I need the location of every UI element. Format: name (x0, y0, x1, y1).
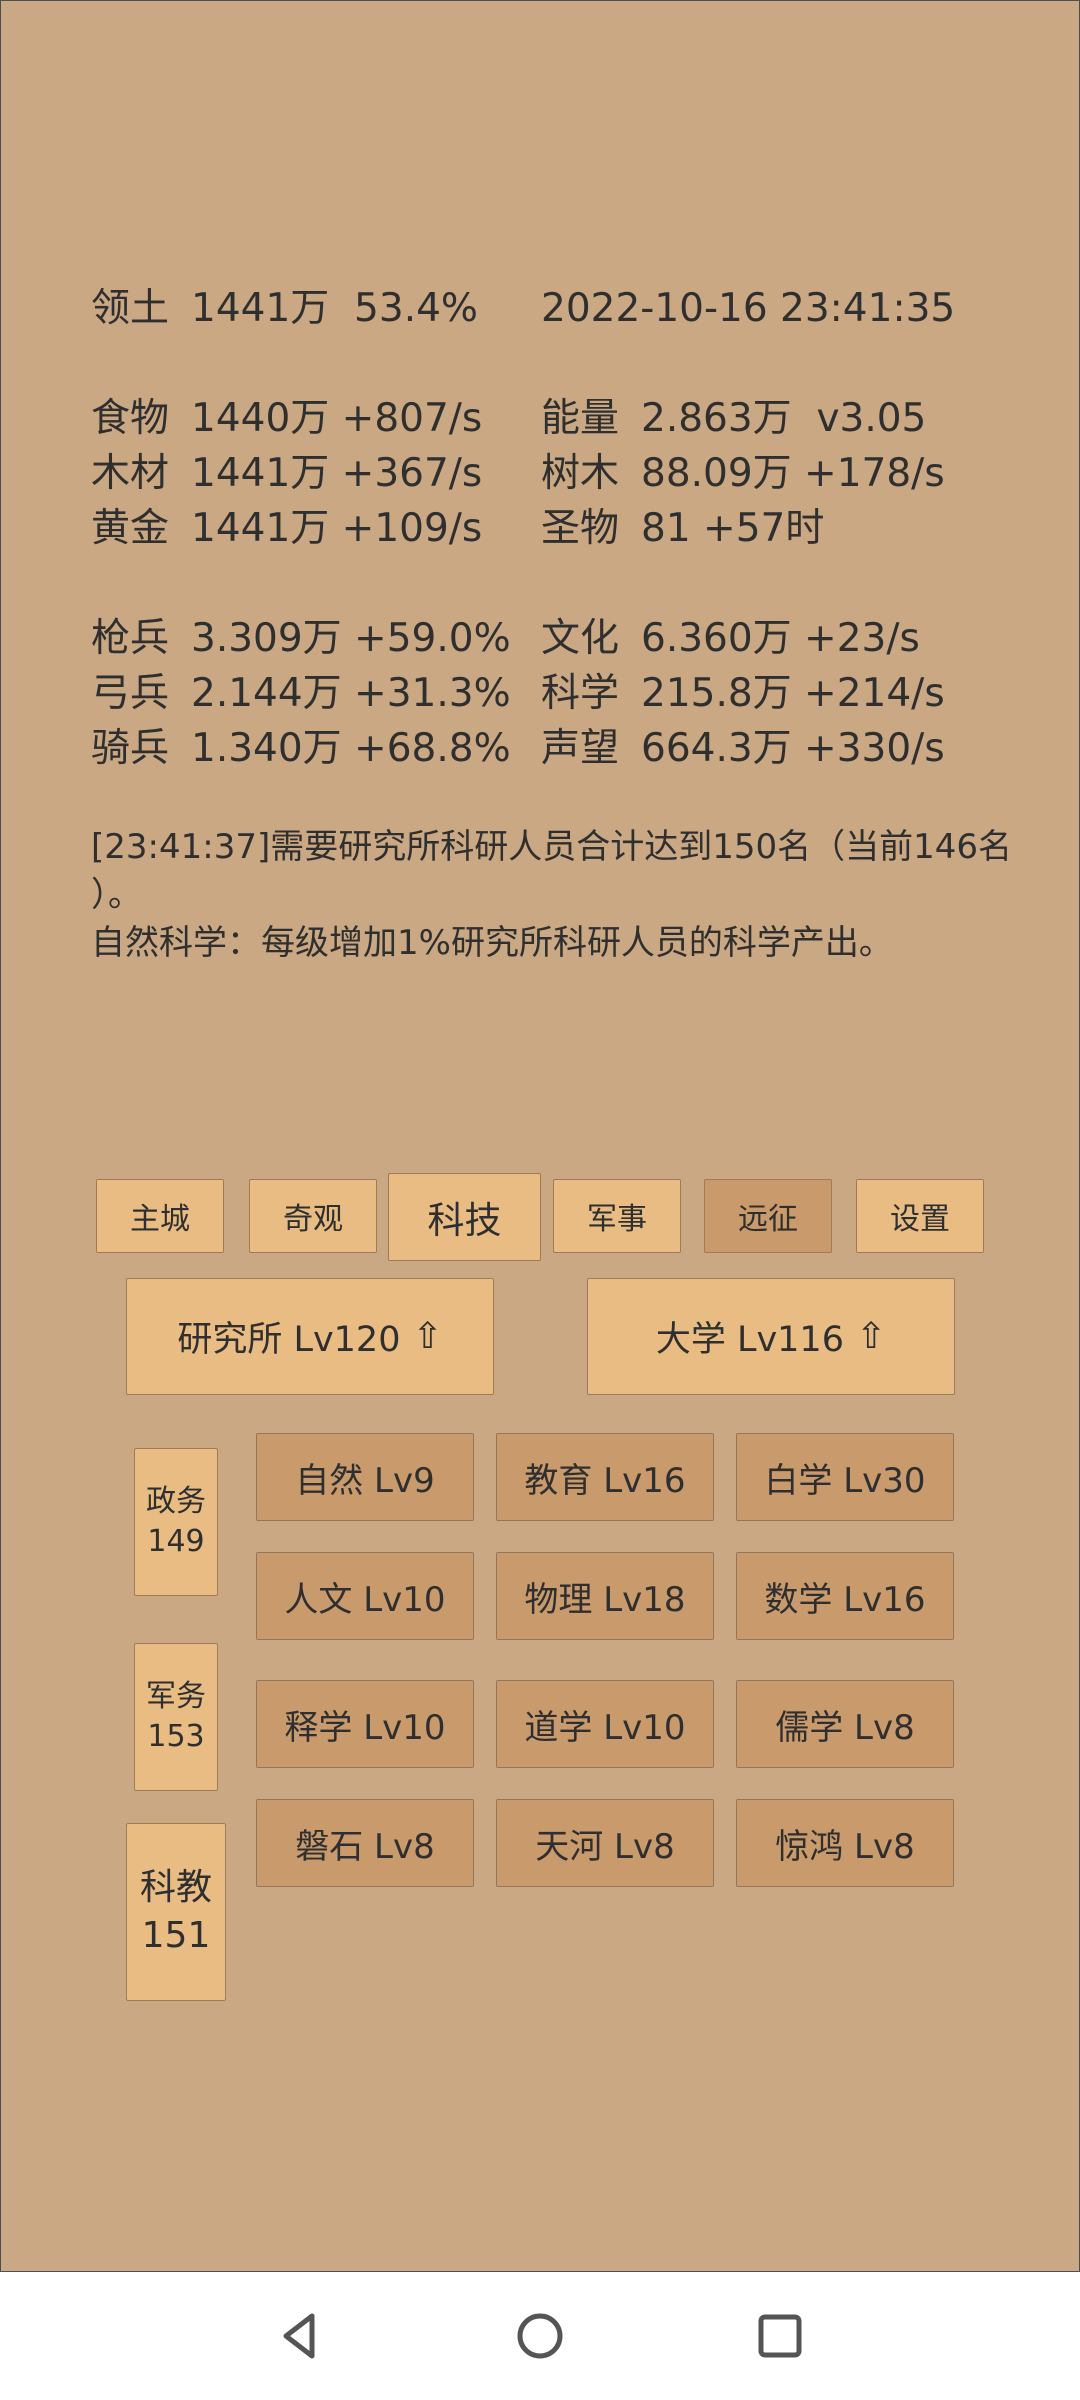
category-science-education[interactable]: 科教 151 (126, 1823, 226, 2001)
stat-territory: 领土 1441万 53.4% (91, 286, 478, 331)
stat-culture: 文化 6.360万 +23/s (541, 616, 920, 661)
game-datetime: 2022-10-16 23:41:35 (541, 286, 956, 331)
tech-confucianism[interactable]: 儒学 Lv8 (736, 1680, 954, 1768)
category-government[interactable]: 政务 149 (134, 1448, 218, 1596)
tech-baixue[interactable]: 白学 Lv30 (736, 1433, 954, 1521)
upgrade-arrow-icon: ⇧ (855, 1316, 887, 1357)
tech-nature[interactable]: 自然 Lv9 (256, 1433, 474, 1521)
stat-prestige: 声望 664.3万 +330/s (541, 726, 945, 771)
tab-expedition[interactable]: 远征 (704, 1179, 832, 1253)
tech-humanities[interactable]: 人文 Lv10 (256, 1552, 474, 1640)
tech-mathematics[interactable]: 数学 Lv16 (736, 1552, 954, 1640)
university-upgrade-button[interactable]: 大学 Lv116 ⇧ (587, 1278, 955, 1395)
tab-wonders[interactable]: 奇观 (249, 1179, 377, 1253)
tab-military[interactable]: 军事 (553, 1179, 681, 1253)
recents-icon[interactable] (750, 2306, 810, 2366)
upgrade-arrow-icon: ⇧ (412, 1316, 443, 1357)
stat-science: 科学 215.8万 +214/s (541, 671, 945, 716)
stat-relics: 圣物 81 +57时 (541, 506, 825, 551)
tech-description: 自然科学：每级增加1%研究所科研人员的科学产出。 (91, 923, 893, 963)
game-screen: 领土 1441万 53.4% 2022-10-16 23:41:35 食物 1440… (0, 0, 1080, 2272)
log-message: [23:41:37]需要研究所科研人员合计达到150名（当前146名 (91, 827, 1013, 867)
research-institute-upgrade-button[interactable]: 研究所 Lv120 ⇧ (126, 1278, 494, 1395)
stat-spearmen: 枪兵 3.309万 +59.0% (91, 616, 511, 661)
stat-wood: 木材 1441万 +367/s (91, 451, 483, 496)
stat-cavalry: 骑兵 1.340万 +68.8% (91, 726, 511, 771)
tab-settings[interactable]: 设置 (856, 1179, 984, 1253)
tech-milky-way[interactable]: 天河 Lv8 (496, 1799, 714, 1887)
tech-taoism[interactable]: 道学 Lv10 (496, 1680, 714, 1768)
tech-buddhism[interactable]: 释学 Lv10 (256, 1680, 474, 1768)
tech-boulder[interactable]: 磐石 Lv8 (256, 1799, 474, 1887)
home-icon[interactable] (510, 2306, 570, 2366)
stat-energy: 能量 2.863万 v3.05 (541, 396, 927, 441)
tech-education[interactable]: 教育 Lv16 (496, 1433, 714, 1521)
back-icon[interactable] (270, 2306, 330, 2366)
stat-archers: 弓兵 2.144万 +31.3% (91, 671, 511, 716)
navigation-bar (0, 2272, 1080, 2400)
tech-physics[interactable]: 物理 Lv18 (496, 1552, 714, 1640)
tech-startled-swan[interactable]: 惊鸿 Lv8 (736, 1799, 954, 1887)
category-military-affairs[interactable]: 军务 153 (134, 1643, 218, 1791)
tab-technology[interactable]: 科技 (388, 1173, 541, 1261)
log-message-continued: ）。 (91, 875, 142, 915)
tab-main-city[interactable]: 主城 (96, 1179, 224, 1253)
stat-gold: 黄金 1441万 +109/s (91, 506, 483, 551)
stat-food: 食物 1440万 +807/s (91, 396, 483, 441)
stat-trees: 树木 88.09万 +178/s (541, 451, 945, 496)
